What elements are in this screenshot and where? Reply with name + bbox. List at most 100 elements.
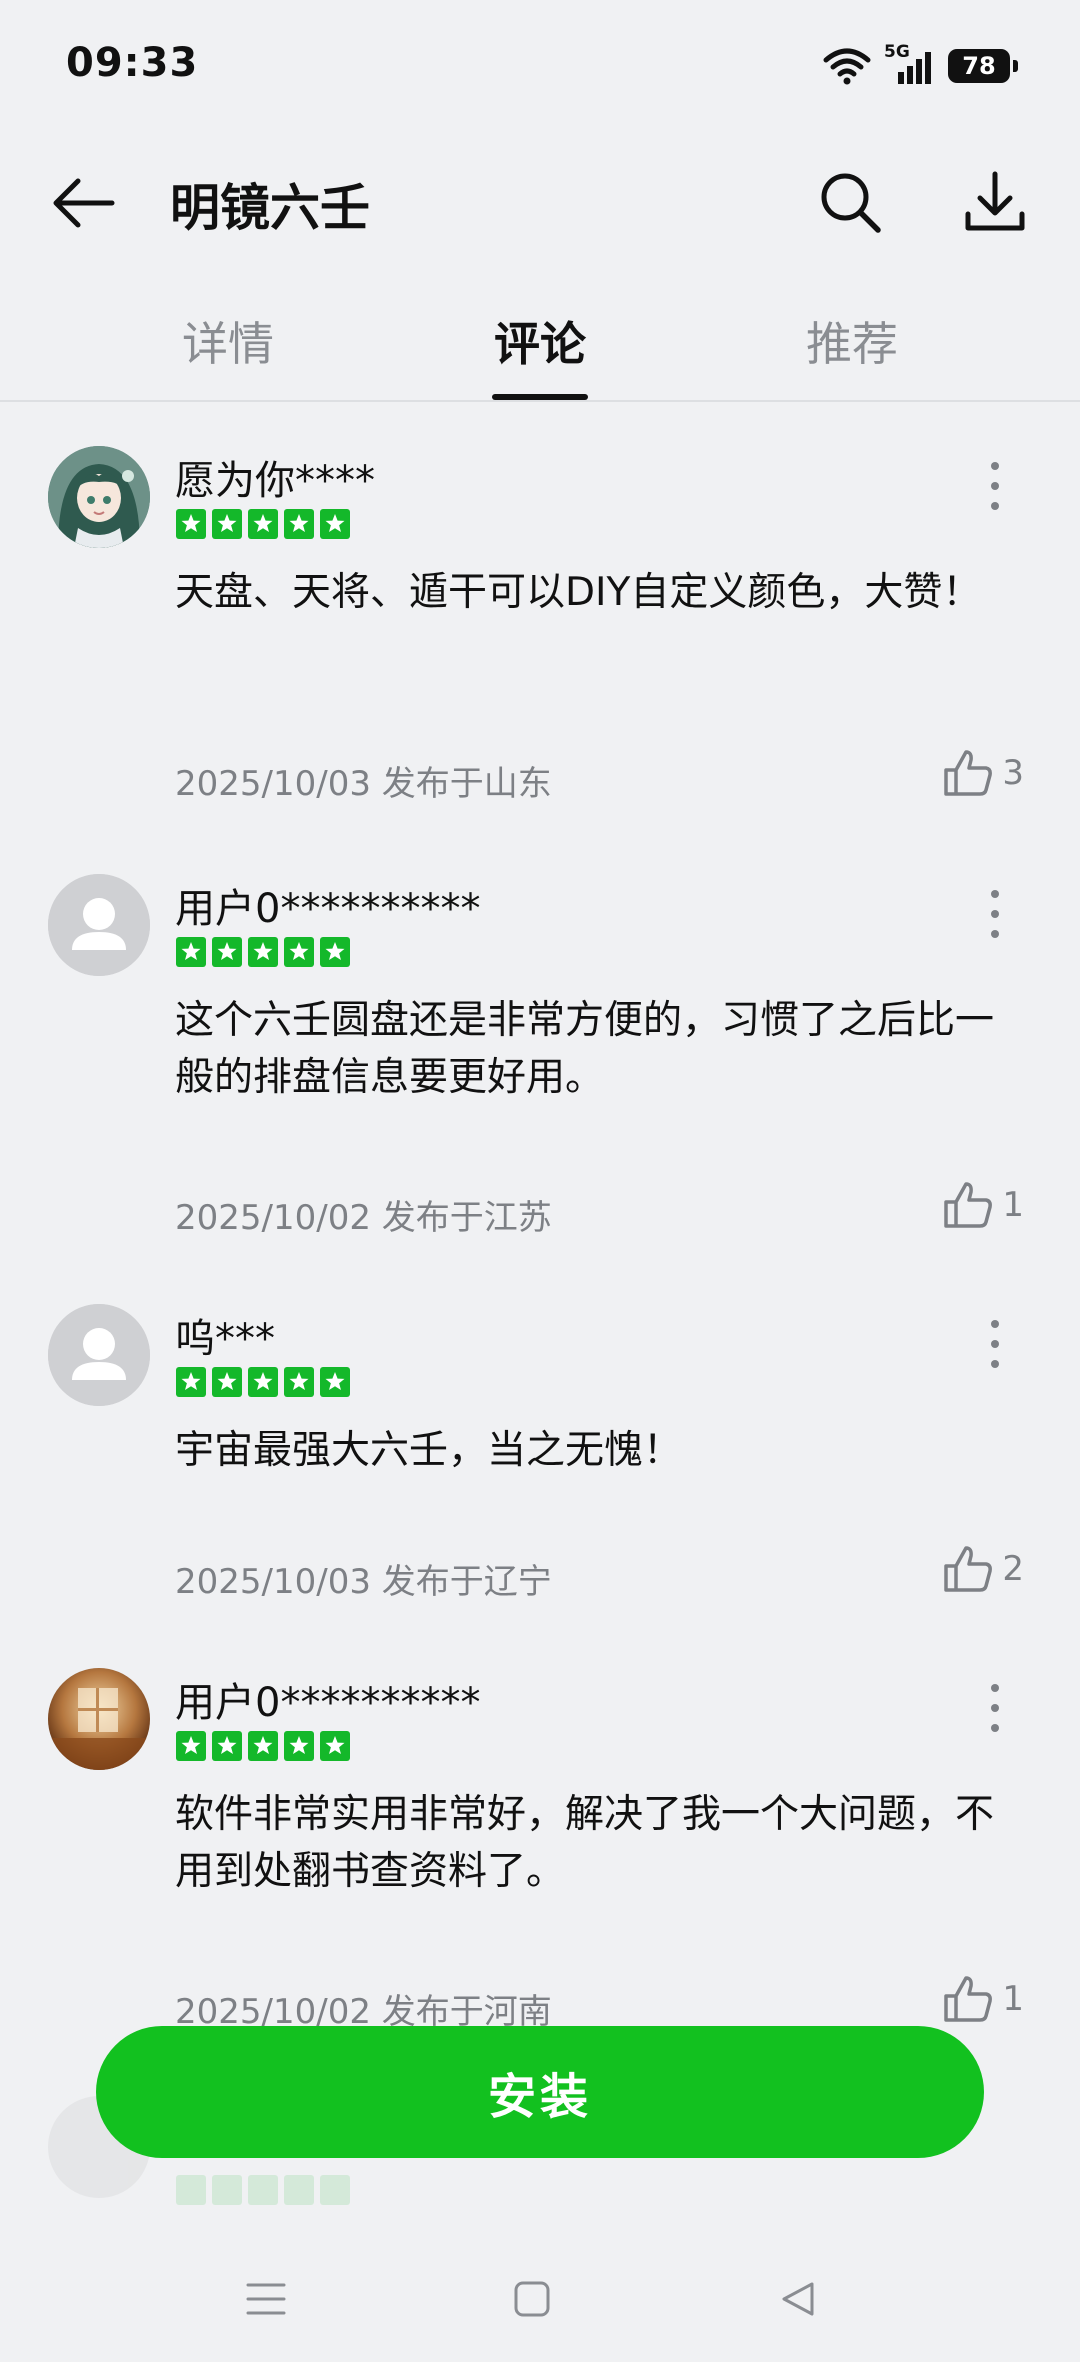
star-icon: [212, 937, 242, 967]
review-username: 呜***: [175, 1316, 275, 1362]
review-location: 发布于山东: [381, 764, 552, 804]
review-text: 这个六壬圆盘还是非常方便的，习惯了之后比一般的排盘信息要更好用。: [175, 998, 995, 1100]
arrow-left-icon: [53, 178, 115, 228]
star-icon: [320, 937, 350, 967]
wifi-icon: [823, 48, 871, 85]
tab-recommend[interactable]: 推荐: [752, 308, 952, 374]
status-time: 09:33: [66, 40, 199, 86]
tab-indicator: [492, 394, 588, 400]
download-icon: [965, 171, 1025, 231]
more-options-button[interactable]: [975, 1678, 1015, 1738]
thumbs-up-icon: [944, 1182, 993, 1228]
system-back-button[interactable]: [758, 2264, 838, 2334]
default-avatar-icon: [48, 874, 150, 976]
like-count: 1: [1002, 1185, 1024, 1225]
tab-bar: 详情 评论 推荐: [0, 290, 1080, 402]
search-icon: [821, 173, 881, 233]
review-date: 2025/10/02: [175, 1198, 371, 1238]
star-icon: [248, 509, 278, 539]
thumbs-up-icon: [944, 1976, 993, 2022]
menu-icon: [246, 2283, 286, 2315]
rating-stars: [175, 1730, 351, 1762]
default-avatar-icon: [48, 1304, 150, 1406]
app-bar: 明镜六壬: [0, 140, 1080, 260]
star-icon: [248, 1367, 278, 1397]
star-icon: [176, 1367, 206, 1397]
anime-girl-avatar-icon: [48, 446, 150, 548]
status-icons: 5G 78: [822, 42, 1018, 90]
rating-stars: [175, 1366, 351, 1398]
star-icon: [176, 509, 206, 539]
star-icon: [284, 1367, 314, 1397]
download-button[interactable]: [950, 158, 1040, 248]
review-meta: 2025/10/03 发布于山东: [175, 756, 552, 805]
like-button[interactable]: 2: [942, 1544, 1024, 1594]
thumbs-up-icon: [944, 750, 993, 796]
review-date: 2025/10/03: [175, 1562, 371, 1602]
rating-stars: [175, 2174, 351, 2206]
app-title: 明镜六壬: [170, 179, 370, 237]
like-count: 1: [1002, 1979, 1024, 2019]
star-icon: [320, 1731, 350, 1761]
star-icon: [284, 509, 314, 539]
review-text: 宇宙最强大六壬，当之无愧！: [175, 1428, 683, 1473]
like-button[interactable]: 1: [942, 1180, 1024, 1230]
star-icon: [248, 2175, 278, 2205]
tab-details[interactable]: 详情: [128, 308, 328, 374]
more-options-button[interactable]: [975, 456, 1015, 516]
review-username: 愿为你****: [175, 458, 375, 504]
star-icon: [248, 937, 278, 967]
photo-avatar-icon: [48, 1668, 150, 1770]
review-date: 2025/10/03: [175, 764, 371, 804]
star-icon: [176, 1731, 206, 1761]
review-location: 发布于江苏: [381, 1198, 552, 1238]
home-square-icon: [514, 2281, 550, 2317]
status-bar: 09:33 5G 78: [0, 0, 1080, 130]
star-icon: [176, 937, 206, 967]
signal-bars-icon: [898, 52, 931, 84]
like-button[interactable]: 1: [942, 1974, 1024, 2024]
tab-reviews[interactable]: 评论: [440, 308, 640, 374]
star-icon: [320, 1367, 350, 1397]
review-location: 发布于辽宁: [381, 1562, 552, 1602]
back-button[interactable]: [38, 158, 128, 248]
app-screen: 09:33 5G 78 明镜六壬 详情 评论 推荐 愿为你**** 天盘、天将、…: [0, 0, 1080, 2362]
user-avatar[interactable]: [48, 1304, 150, 1406]
review-item: 用户0********** 这个六壬圆盘还是非常方便的，习惯了之后比一般的排盘信…: [0, 874, 1080, 1254]
review-item: 愿为你**** 天盘、天将、遁干可以DIY自定义颜色，大赞！ 2025/10/0…: [0, 446, 1080, 826]
user-avatar[interactable]: [48, 1668, 150, 1770]
more-options-button[interactable]: [975, 884, 1015, 944]
like-button[interactable]: 3: [942, 748, 1024, 798]
rating-stars: [175, 508, 351, 540]
recent-apps-button[interactable]: [226, 2264, 306, 2334]
review-meta: 2025/10/02 发布于江苏: [175, 1190, 552, 1239]
star-icon: [212, 1367, 242, 1397]
review-text: 软件非常实用非常好，解决了我一个大问题，不用到处翻书查资料了。: [175, 1792, 995, 1894]
install-button[interactable]: 安装: [96, 2026, 984, 2158]
review-username: 用户0**********: [175, 1680, 481, 1726]
user-avatar[interactable]: [48, 874, 150, 976]
star-icon: [248, 1731, 278, 1761]
cellular-signal: 5G: [884, 42, 936, 86]
review-username: 用户0**********: [175, 886, 481, 932]
search-button[interactable]: [806, 158, 896, 248]
star-icon: [320, 2175, 350, 2205]
review-meta: 2025/10/03 发布于辽宁: [175, 1554, 552, 1603]
star-icon: [212, 1731, 242, 1761]
review-item: 用户0********** 软件非常实用非常好，解决了我一个大问题，不用到处翻书…: [0, 1668, 1080, 2048]
like-count: 2: [1002, 1549, 1024, 1589]
like-count: 3: [1002, 753, 1024, 793]
review-text: 天盘、天将、遁干可以DIY自定义颜色，大赞！: [175, 570, 982, 615]
star-icon: [284, 1731, 314, 1761]
user-avatar[interactable]: [48, 446, 150, 548]
thumbs-up-icon: [944, 1546, 993, 1592]
more-options-button[interactable]: [975, 1314, 1015, 1374]
star-icon: [320, 509, 350, 539]
home-button[interactable]: [492, 2264, 572, 2334]
review-item: 呜*** 宇宙最强大六壬，当之无愧！ 2025/10/03 发布于辽宁 2: [0, 1304, 1080, 1604]
star-icon: [212, 509, 242, 539]
battery-indicator: 78: [948, 49, 1018, 83]
back-triangle-icon: [782, 2282, 814, 2316]
star-icon: [284, 2175, 314, 2205]
rating-stars: [175, 936, 351, 968]
